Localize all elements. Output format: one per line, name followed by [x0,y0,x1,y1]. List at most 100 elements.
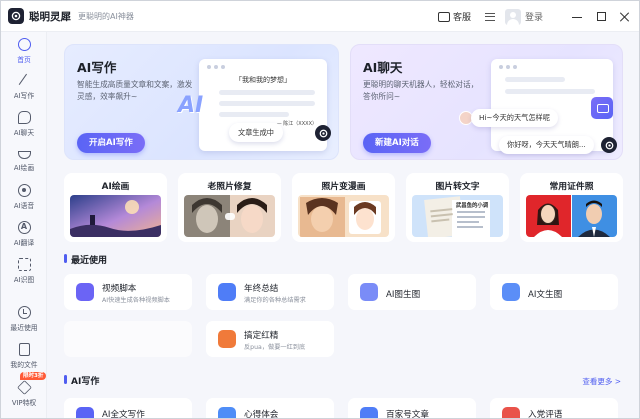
sidebar-item-label: 首页 [17,56,31,64]
tool-label: 老照片修复 [207,182,252,192]
writing-item-title: 入党评语 [528,410,563,419]
sidebar-item-ai-painting[interactable]: AI绘画 [1,147,47,172]
sidebar-item-ai-writing[interactable]: AI写作 [1,73,47,100]
title-bar: 聪明灵犀 更聪明的AI神器 客服 登录 [1,1,639,32]
sidebar-item-ai-chat[interactable]: AI聊天 [1,111,47,137]
sidebar-item-label: AI写作 [13,92,35,100]
sidebar-item-label: AI翻译 [13,239,35,247]
view-more-link[interactable]: 查看更多 > [582,376,621,387]
ai-writing-title: AI写作 [77,60,117,75]
minimize-button[interactable] [571,11,583,23]
sidebar-item-recent[interactable]: 最近使用 [1,306,47,332]
image-to-image-icon [360,283,378,301]
tool-image-to-text[interactable]: 图片转文字 武昌鱼的小调 [406,173,509,242]
tool-label: 常用证件照 [549,182,594,192]
ai-chat-desc: 更聪明的聊天机器人，轻松对话，答你所问~ [363,80,479,101]
writing-item-reflection[interactable]: 心得体会 [206,398,334,419]
sidebar-item-my-files[interactable]: 我的文件 [1,343,47,369]
sidebar-item-label: 最近使用 [10,324,38,332]
app-window: 聪明灵犀 更聪明的AI神器 客服 登录 首页 AI写作 AI聊天 AI绘画 AI… [0,0,640,419]
ai-writing-card[interactable]: AI写作 智能生成高质量文章和文案，激发灵感，效率飙升~ 开启AI写作 「我和我… [64,44,339,160]
user-chat-bubble: Hi~今天的天气怎样呢 [471,109,558,127]
recent-item-empty [64,321,192,357]
vip-icon [16,380,32,395]
ai-painting-thumbnail [70,195,161,237]
full-text-writing-icon [76,407,94,418]
tool-label: AI绘画 [101,182,130,192]
writing-item-title: 百家号文章 [386,410,429,419]
app-logo [8,8,24,24]
recent-item-title: 年终总结 [244,284,279,294]
party-comment-icon [502,407,520,418]
old-photo-thumbnail [184,195,275,237]
recent-item-title: 视频脚本 [102,284,137,294]
app-slogan: 更聪明的AI神器 [78,11,134,21]
start-ai-writing-button[interactable]: 开启AI写作 [77,133,145,153]
preview-essay-title: 「我和我的梦想」 [235,76,291,84]
scan-icon [17,258,31,271]
reflection-icon [218,407,236,418]
generating-label: 文章生成中 [238,128,274,137]
tool-photo-to-comic[interactable]: 照片变漫画 [292,173,395,242]
recent-item-video-script[interactable]: 视频脚本 AI快速生成各种视频脚本 [64,274,192,310]
menu-icon[interactable] [484,12,495,21]
brand-logo-icon [315,125,331,141]
writing-item-title: AI全文写作 [102,410,145,419]
tool-label: 照片变漫画 [321,182,366,192]
recent-item-image-to-image[interactable]: AI图生图 [348,274,476,310]
video-script-icon [76,283,94,301]
sidebar: 首页 AI写作 AI聊天 AI绘画 AI语音 A AI翻译 AI识图 最近使用 [1,32,47,418]
recent-item-title: AI文生图 [528,290,563,300]
sidebar-item-label: VIP特权 [11,399,37,407]
file-icon [18,343,30,356]
photo-to-comic-thumbnail [298,195,389,237]
tool-old-photo-restore[interactable]: 老照片修复 [178,173,281,242]
writing-item-title: 心得体会 [244,410,279,419]
article-generating-status: 文章生成中 [229,123,283,142]
sidebar-item-label: AI绘画 [13,164,35,172]
writing-item-full-text[interactable]: AI全文写作 [64,398,192,419]
sidebar-item-label: AI聊天 [13,129,35,137]
close-button[interactable] [619,11,631,23]
login-link[interactable]: 登录 [525,10,543,23]
translate-icon: A [17,221,31,234]
sidebar-item-label: AI语音 [13,202,35,210]
customer-service-button[interactable]: 客服 [437,10,471,23]
ai-writing-section-title: AI写作 [64,374,99,387]
message-icon [591,97,613,119]
sidebar-item-ai-recognize[interactable]: AI识图 [1,258,47,284]
sidebar-item-label: 我的文件 [10,361,38,369]
recent-item-text-to-image[interactable]: AI文生图 [490,274,618,310]
ai-chat-title: AI聊天 [363,60,403,75]
writing-item-baijiahao[interactable]: 百家号文章 [348,398,476,419]
recent-item-subtitle: AI快速生成各种视频脚本 [102,297,170,304]
service-chat-icon [437,11,450,22]
anti-pua-icon [218,330,236,348]
sidebar-item-ai-voice[interactable]: AI语音 [1,184,47,210]
voice-icon [17,184,31,197]
sidebar-item-ai-translate[interactable]: A AI翻译 [1,221,47,247]
image-to-text-thumbnail: 武昌鱼的小调 [412,195,503,237]
sidebar-item-home[interactable]: 首页 [1,38,47,64]
new-ai-chat-button[interactable]: 新建AI对话 [363,133,431,153]
tool-ai-painting[interactable]: AI绘画 [64,173,167,242]
tool-id-photo[interactable]: 常用证件照 [520,173,623,242]
chat-icon [17,111,31,124]
recent-item-anti-pua[interactable]: 搞定红精 反pua，做要一红到底 [206,321,334,357]
home-icon [17,38,31,51]
main-content: AI写作 智能生成高质量文章和文案，激发灵感，效率飙升~ 开启AI写作 「我和我… [48,32,639,419]
maximize-icon [596,12,606,21]
image-to-text-doc-title: 武昌鱼的小调 [455,203,489,209]
brush-icon [17,151,31,159]
sidebar-item-vip[interactable]: VIP特权 [1,380,47,407]
baijiahao-icon [360,407,378,418]
writing-item-party-comment[interactable]: 入党评语 [490,398,618,419]
id-photo-thumbnail [526,195,617,237]
maximize-button[interactable] [595,11,607,23]
recent-item-year-summary[interactable]: 年终总结 满足你的各种总结需求 [206,274,334,310]
ai-chat-card[interactable]: AI聊天 更聪明的聊天机器人，轻松对话，答你所问~ 新建AI对话 Hi~今天的天… [350,44,623,160]
user-avatar[interactable] [504,8,521,25]
service-label: 客服 [452,13,471,23]
app-name: 聪明灵犀 [29,10,71,23]
bot-avatar-icon [601,137,617,153]
